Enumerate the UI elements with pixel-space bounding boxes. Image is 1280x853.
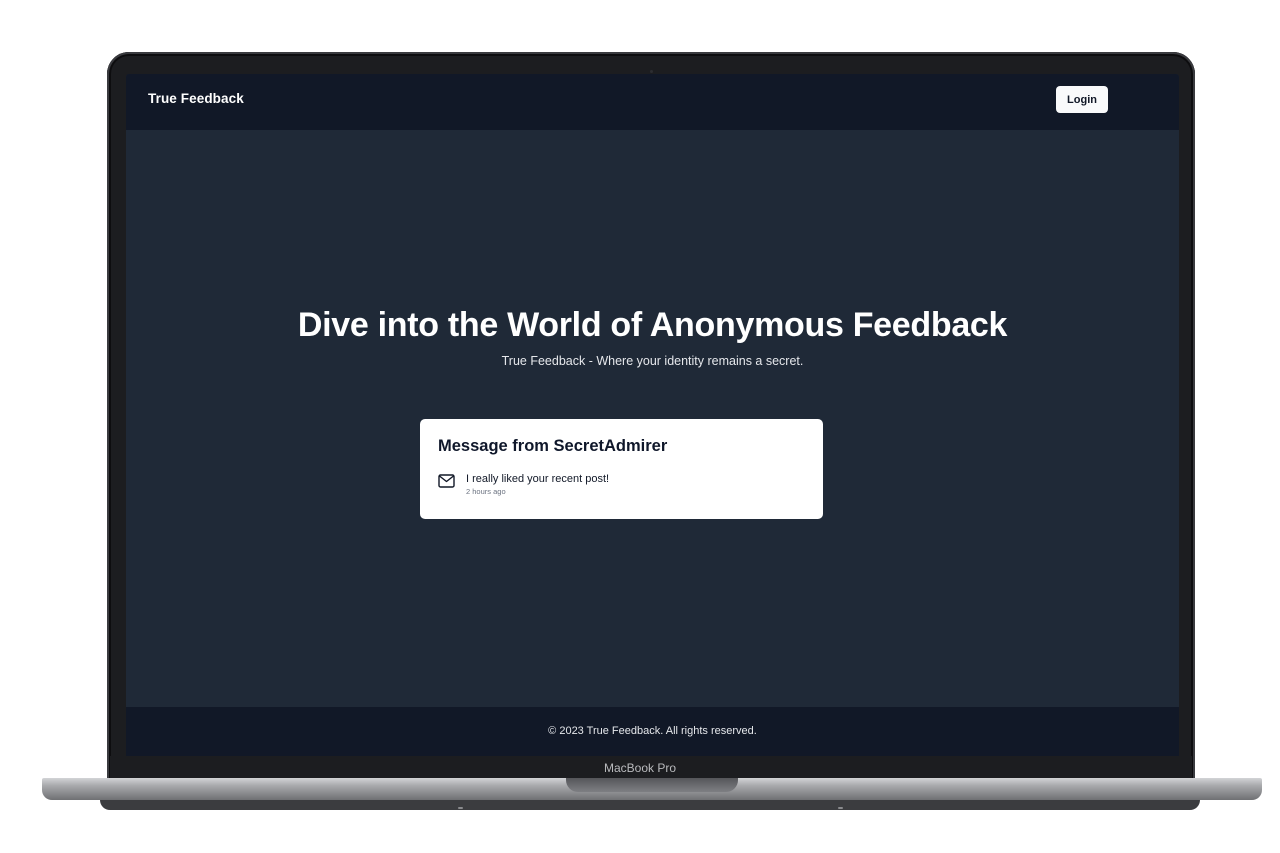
hero-subtitle: True Feedback - Where your identity rema… [501, 354, 804, 368]
message-timestamp: 2 hours ago [466, 487, 506, 496]
message-row: I really liked your recent post! 2 hours… [438, 473, 609, 497]
browser-screen: True Feedback Login Dive into the World … [126, 74, 1179, 756]
brand-logo[interactable]: True Feedback [148, 91, 244, 106]
message-content: I really liked your recent post! 2 hours… [466, 473, 609, 497]
navbar: True Feedback Login [126, 74, 1179, 130]
login-button[interactable]: Login [1056, 86, 1108, 113]
message-card: Message from SecretAdmirer I really like… [420, 419, 823, 519]
device-label: MacBook Pro [603, 761, 677, 775]
foot-dot [838, 807, 843, 809]
footer-copyright: © 2023 True Feedback. All rights reserve… [548, 725, 757, 737]
foot-dot [458, 807, 463, 809]
camera-icon [650, 70, 653, 73]
hero-section: Dive into the World of Anonymous Feedbac… [126, 302, 1179, 370]
laptop-base-foot [100, 800, 1200, 810]
message-card-title: Message from SecretAdmirer [438, 437, 668, 455]
message-body: I really liked your recent post! [466, 473, 610, 485]
hero-title: Dive into the World of Anonymous Feedbac… [297, 306, 1008, 344]
laptop-notch [566, 778, 738, 792]
footer: © 2023 True Feedback. All rights reserve… [126, 707, 1179, 756]
mail-icon [438, 474, 455, 488]
